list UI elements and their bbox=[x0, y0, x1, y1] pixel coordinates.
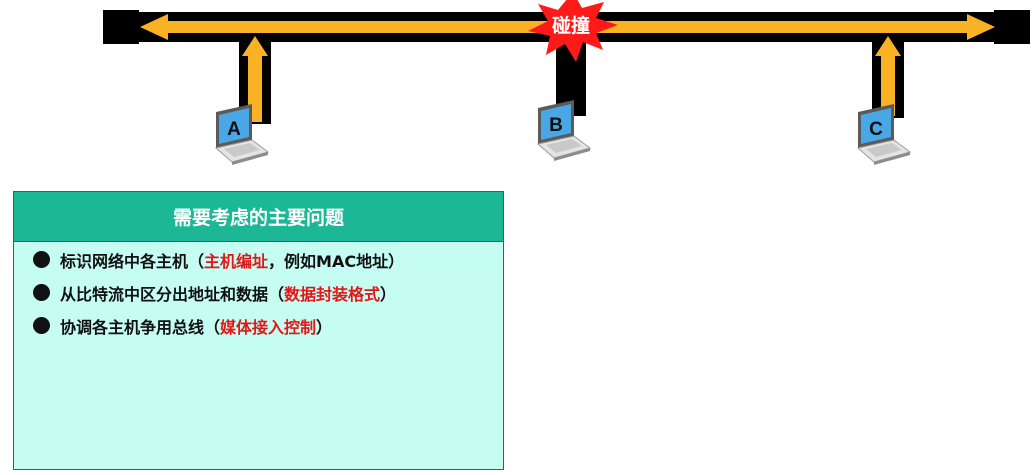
bullet-icon bbox=[33, 251, 50, 268]
issue-suffix: ，例如MAC地址） bbox=[268, 251, 405, 271]
collision-label: 碰撞 bbox=[552, 14, 590, 37]
bus-terminator-left bbox=[103, 10, 139, 44]
issue-text: 协调各主机争用总线（ bbox=[60, 317, 221, 337]
bus-collision-diagram: 碰撞 A B C bbox=[103, 0, 1030, 166]
issue-item-mac: 协调各主机争用总线（ 媒体接入控制） bbox=[14, 309, 503, 342]
issue-text: 标识网络中各主机（ bbox=[60, 251, 205, 271]
issue-item-addressing: 标识网络中各主机（ 主机编址 ，例如MAC地址） bbox=[14, 243, 503, 276]
issue-highlight: 主机编址 bbox=[204, 251, 269, 271]
issue-highlight: 数据封装格式 bbox=[284, 284, 381, 304]
issues-title: 需要考虑的主要问题 bbox=[14, 192, 503, 242]
bus-terminator-right bbox=[994, 10, 1030, 44]
issues-panel: 需要考虑的主要问题 标识网络中各主机（ 主机编址 ，例如MAC地址） 从比特流中区分… bbox=[13, 191, 504, 470]
issues-list: 标识网络中各主机（ 主机编址 ，例如MAC地址） 从比特流中区分出地址和数据（ 数据封… bbox=[14, 243, 503, 342]
issue-item-framing: 从比特流中区分出地址和数据（ 数据封装格式） bbox=[14, 276, 503, 309]
host-a-label: A bbox=[227, 119, 241, 140]
host-c-label: C bbox=[869, 119, 883, 140]
issue-suffix: ） bbox=[316, 317, 333, 337]
host-b-label: B bbox=[549, 115, 563, 136]
bullet-icon bbox=[33, 284, 50, 301]
issue-suffix: ） bbox=[380, 284, 397, 304]
issue-text: 从比特流中区分出地址和数据（ bbox=[60, 284, 285, 304]
bullet-icon bbox=[33, 317, 50, 334]
issue-highlight: 媒体接入控制 bbox=[220, 317, 317, 337]
